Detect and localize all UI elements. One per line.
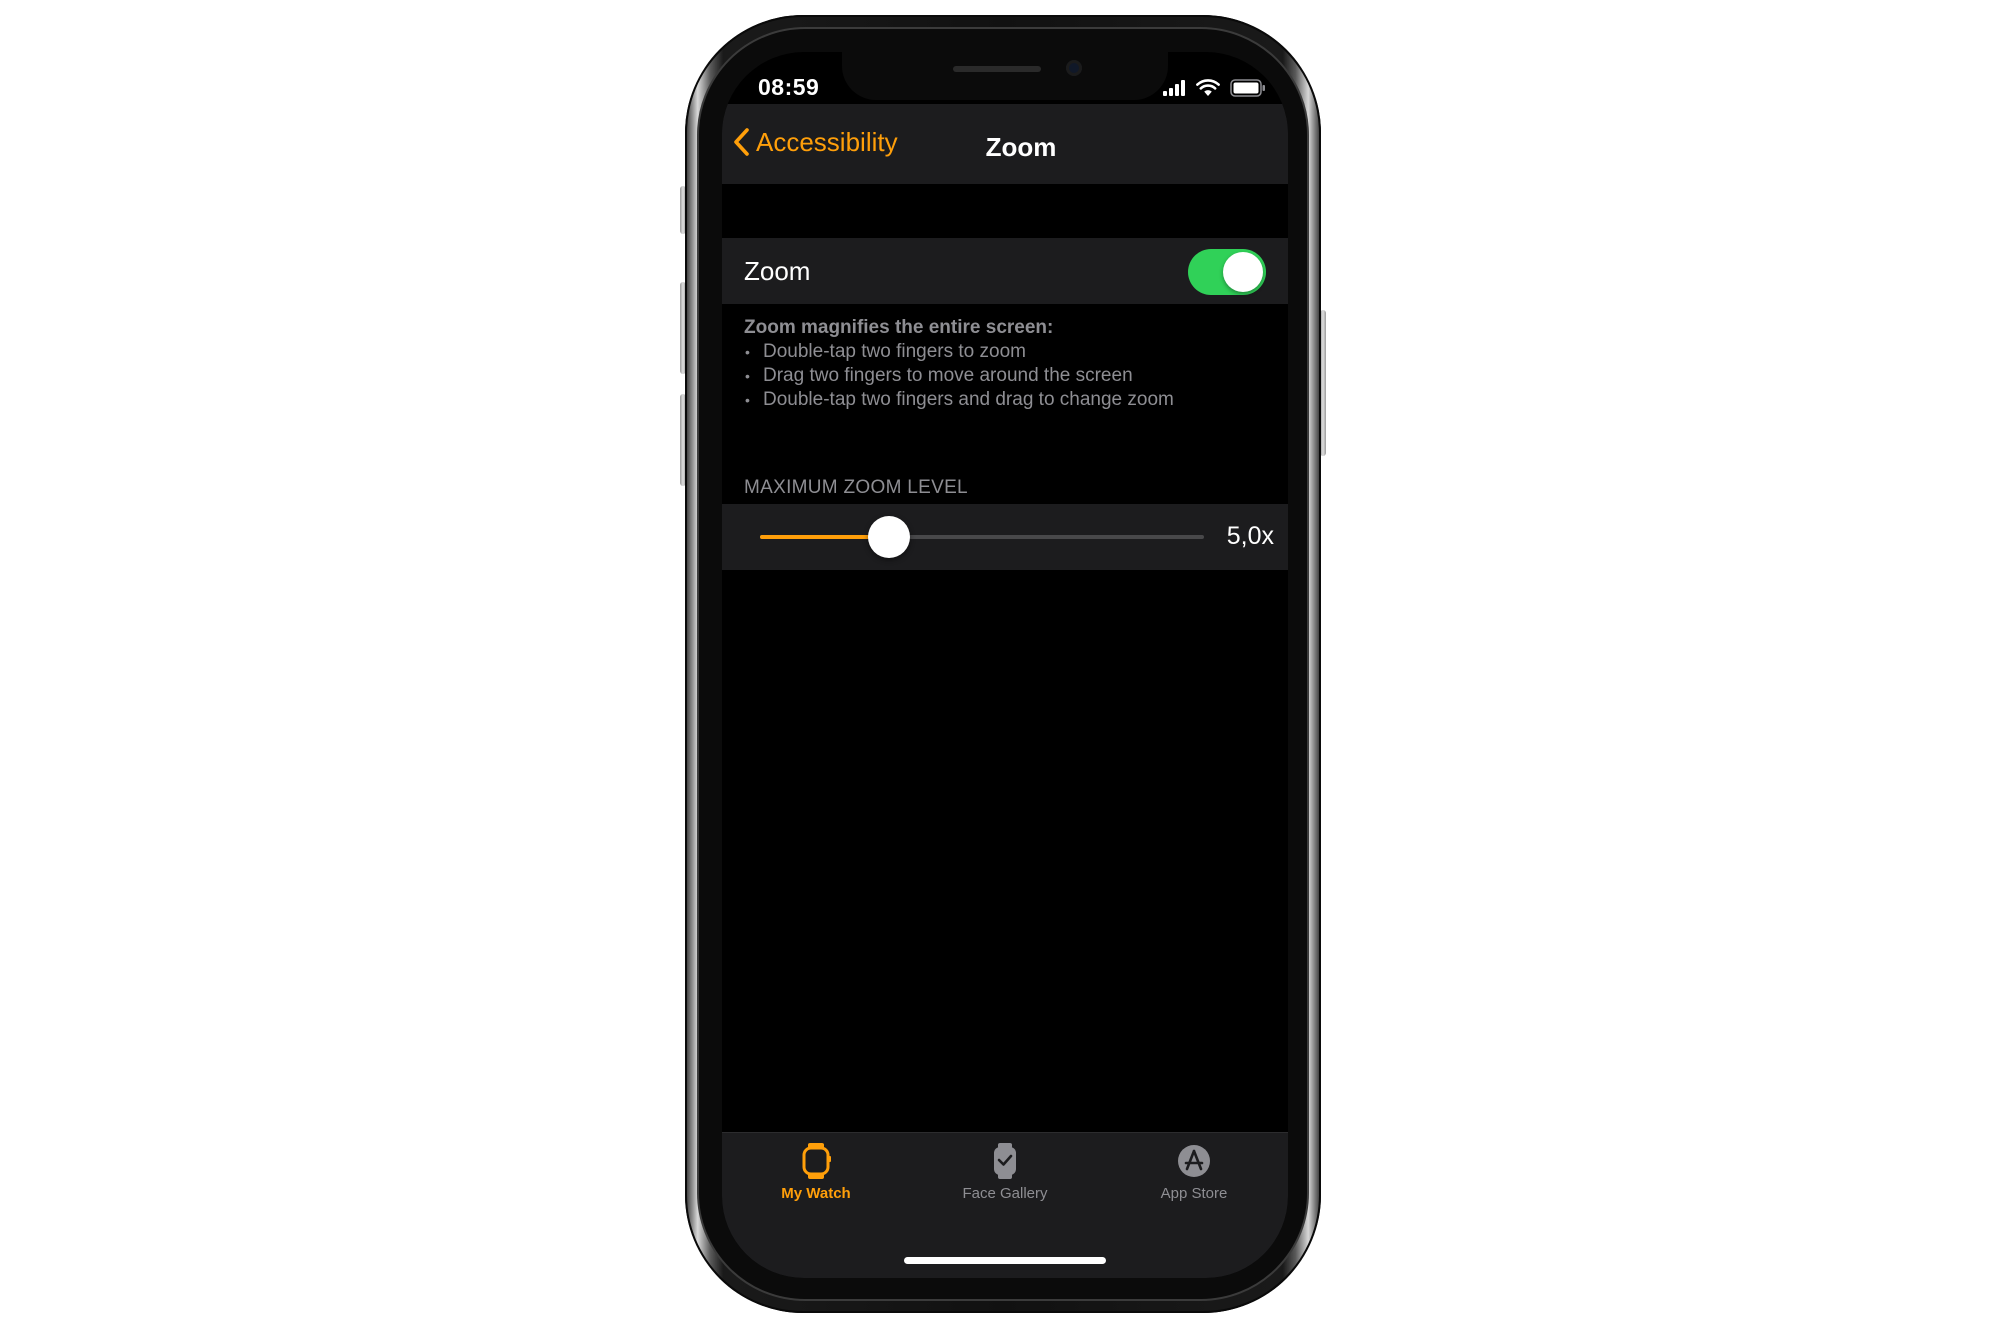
home-indicator[interactable]: [904, 1257, 1106, 1264]
slider-thumb[interactable]: [867, 516, 910, 558]
description-bullet: Double-tap two fingers to zoom: [744, 340, 1264, 364]
zoom-toggle-label: Zoom: [744, 256, 811, 286]
zoom-description-title: Zoom magnifies the entire screen:: [744, 317, 1054, 338]
front-camera: [1066, 60, 1082, 76]
description-bullet: Drag two fingers to move around the scre…: [744, 364, 1264, 388]
notch: [842, 52, 1168, 100]
tab-label: My Watch: [781, 1185, 851, 1202]
max-zoom-section-header: MAXIMUM ZOOM LEVEL: [744, 477, 968, 498]
zoom-description-list: Double-tap two fingers to zoom Drag two …: [744, 340, 1264, 412]
zoom-description: Zoom magnifies the entire screen: Double…: [744, 316, 1264, 412]
tab-face-gallery[interactable]: Face Gallery: [911, 1141, 1099, 1221]
tab-label: Face Gallery: [962, 1185, 1048, 1202]
settings-content: Zoom Zoom magnifies the entire screen: D…: [722, 184, 1288, 1132]
zoom-toggle-switch[interactable]: [1188, 249, 1266, 295]
tab-app-store[interactable]: App Store: [1100, 1141, 1288, 1221]
battery-icon: [1230, 79, 1265, 97]
watch-icon: [802, 1143, 831, 1179]
status-time: 08:59: [758, 74, 820, 100]
page-title-text: Zoom: [985, 132, 1057, 162]
cellular-signal-icon: [1163, 80, 1185, 96]
zoom-toggle-cell: Zoom: [722, 238, 1288, 304]
watch-face-icon: [994, 1143, 1016, 1179]
speaker-grille: [953, 66, 1041, 72]
tab-my-watch[interactable]: My Watch: [722, 1141, 910, 1221]
tab-label: App Store: [1160, 1185, 1228, 1202]
back-button-label: Accessibility: [756, 126, 898, 157]
app-store-icon: [1178, 1145, 1210, 1177]
page: 08:59 Accessibility Zoom Zoom Zoom magni…: [0, 0, 2000, 1325]
description-bullet: Double-tap two fingers and drag to chang…: [744, 388, 1264, 412]
max-zoom-slider[interactable]: [760, 516, 1204, 558]
max-zoom-slider-cell: 5,0x: [722, 504, 1288, 570]
navigation-bar: Accessibility Zoom: [722, 104, 1288, 184]
back-button[interactable]: Accessibility: [732, 122, 898, 162]
chevron-left-icon: [734, 128, 749, 156]
wifi-icon: [1196, 79, 1220, 96]
toggle-knob: [1223, 252, 1263, 292]
status-icons: [1162, 79, 1266, 97]
phone-screen: 08:59 Accessibility Zoom Zoom Zoom magni…: [722, 52, 1288, 1278]
max-zoom-value: 5,0x: [1226, 522, 1274, 550]
